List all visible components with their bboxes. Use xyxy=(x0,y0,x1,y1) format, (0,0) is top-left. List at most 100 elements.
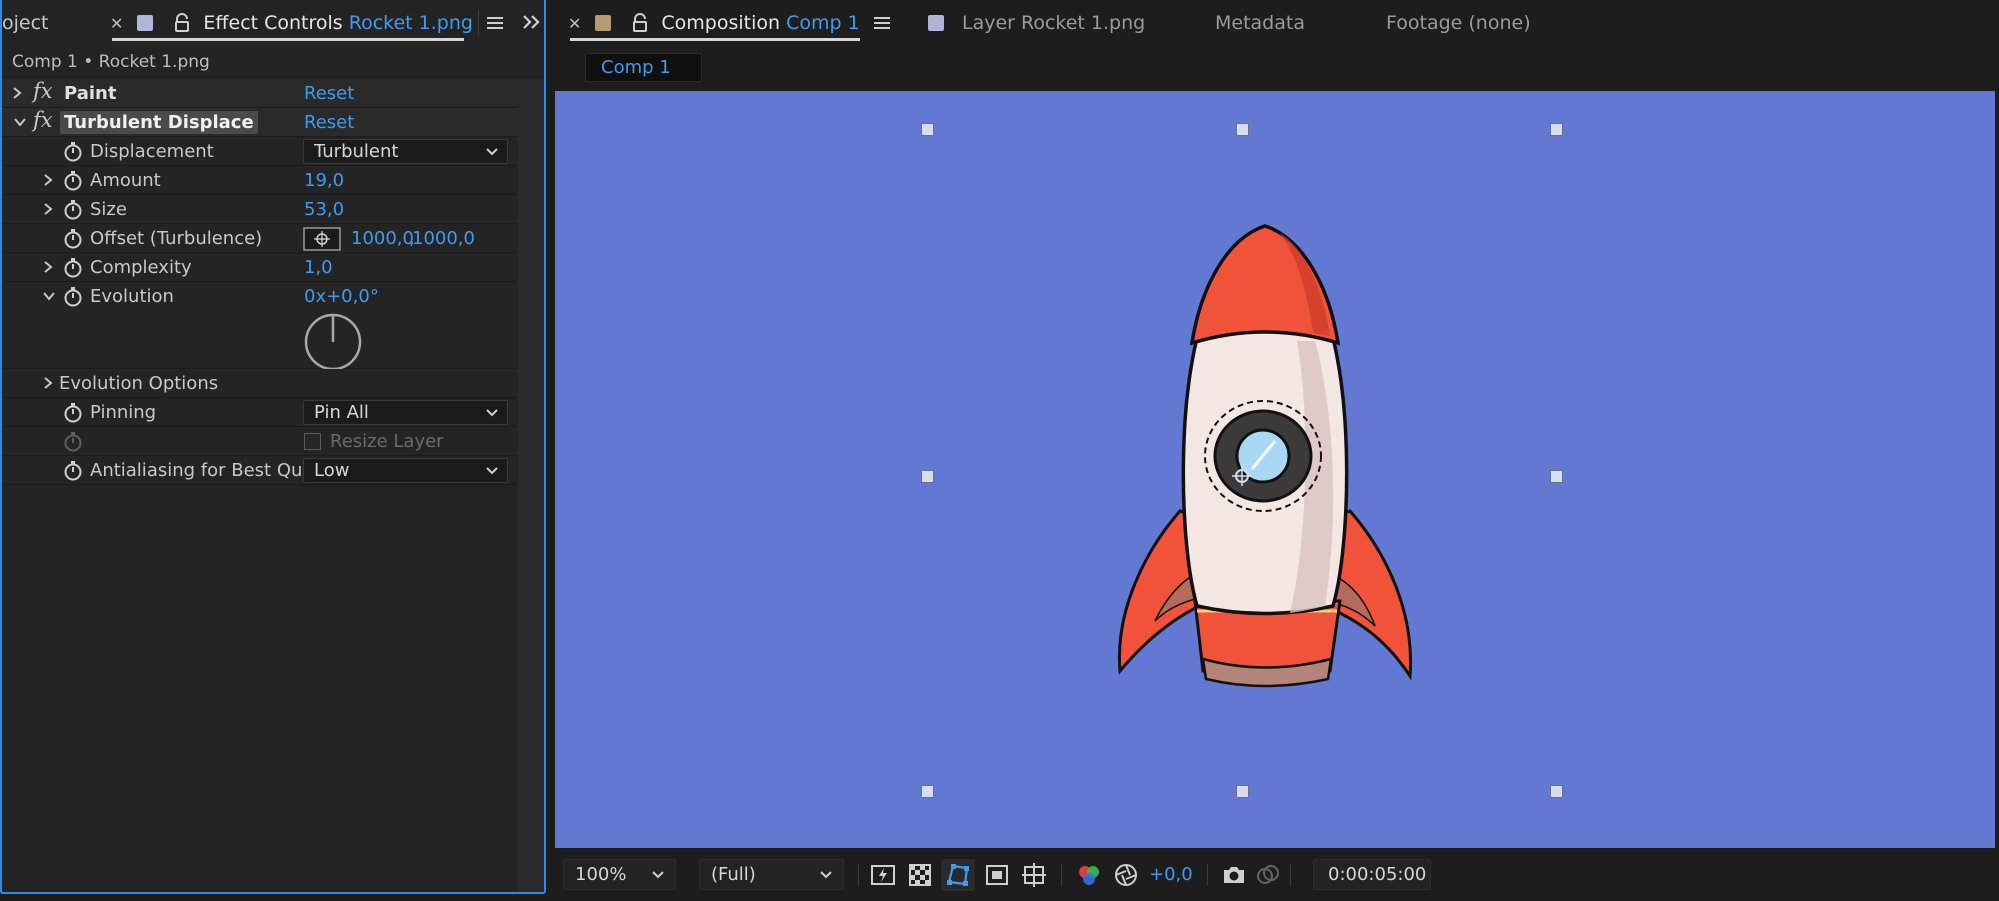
reset-button-turbulent[interactable]: Reset xyxy=(304,112,354,133)
fast-previews-icon[interactable] xyxy=(870,862,896,888)
transform-handle-bottom-center[interactable] xyxy=(1236,785,1249,798)
lock-icon[interactable] xyxy=(171,12,193,34)
close-icon[interactable]: ✕ xyxy=(568,14,581,33)
property-label-evolution: Evolution xyxy=(90,286,174,307)
composition-canvas[interactable] xyxy=(555,91,1995,848)
property-row-offset[interactable]: Offset (Turbulence) 1000,0 , 1000,0 xyxy=(2,224,518,253)
crosshair-point-icon[interactable] xyxy=(303,227,341,251)
property-label-evolution-options: Evolution Options xyxy=(59,373,219,394)
transparency-grid-icon[interactable] xyxy=(907,862,933,888)
composition-viewer[interactable] xyxy=(555,91,1995,849)
property-row-antialiasing[interactable]: Antialiasing for Best Qua Low xyxy=(2,456,518,485)
tab-composition-label: Composition xyxy=(661,12,781,34)
transform-handle-top-center[interactable] xyxy=(1236,123,1249,136)
grid-guides-icon[interactable] xyxy=(1021,862,1047,888)
effect-controls-panel: oject ✕ Effect Controls Rocket 1.png Com… xyxy=(0,0,546,894)
stopwatch-icon[interactable] xyxy=(62,286,84,308)
exposure-reset-icon[interactable] xyxy=(1113,862,1139,888)
property-row-resize-layer[interactable]: Resize Layer xyxy=(2,427,518,456)
resize-layer-checkbox[interactable] xyxy=(304,433,321,450)
chevron-right-icon[interactable] xyxy=(10,86,24,100)
show-snapshot-icon[interactable] xyxy=(1255,862,1281,888)
property-row-pinning[interactable]: Pinning Pin All xyxy=(2,398,518,427)
chevron-right-icon[interactable] xyxy=(41,376,55,390)
chevron-down-icon xyxy=(652,871,664,879)
reset-button-paint[interactable]: Reset xyxy=(304,83,354,104)
lock-icon[interactable] xyxy=(629,12,651,34)
property-row-evolution[interactable]: Evolution 0x+0,0° xyxy=(2,282,518,372)
tab-divider xyxy=(478,10,479,36)
exposure-value[interactable]: +0,0 xyxy=(1149,864,1193,885)
displacement-value: Turbulent xyxy=(314,141,399,162)
property-row-amount[interactable]: Amount 19,0 xyxy=(2,166,518,195)
rocket-illustration[interactable] xyxy=(1075,221,1455,721)
transform-handle-middle-left[interactable] xyxy=(921,470,934,483)
effect-name-paint: Paint xyxy=(64,83,117,104)
fx-icon[interactable]: fx xyxy=(33,108,53,132)
overflow-chevrons-icon[interactable] xyxy=(522,14,540,30)
resolution-dropdown[interactable]: (Full) xyxy=(699,859,844,890)
tab-footage[interactable]: Footage (none) xyxy=(1386,0,1531,46)
transform-handle-top-left[interactable] xyxy=(921,123,934,136)
channels-icon[interactable] xyxy=(1076,862,1102,888)
chevron-right-icon[interactable] xyxy=(41,173,55,187)
chevron-down-icon[interactable] xyxy=(13,115,27,129)
antialiasing-dropdown[interactable]: Low xyxy=(303,458,508,483)
tab-layer-label: Layer xyxy=(962,12,1015,34)
size-value[interactable]: 53,0 xyxy=(304,199,344,220)
transform-handle-top-right[interactable] xyxy=(1550,123,1563,136)
property-row-size[interactable]: Size 53,0 xyxy=(2,195,518,224)
effect-row-paint[interactable]: fx Paint Reset xyxy=(2,79,518,108)
antialiasing-value: Low xyxy=(314,460,350,481)
chevron-down-icon[interactable] xyxy=(42,289,56,303)
vertical-scrollbar[interactable] xyxy=(518,79,544,892)
transform-handle-bottom-left[interactable] xyxy=(921,785,934,798)
chevron-right-icon[interactable] xyxy=(41,260,55,274)
displacement-dropdown[interactable]: Turbulent xyxy=(303,139,508,164)
tab-metadata[interactable]: Metadata xyxy=(1215,0,1305,46)
transform-handle-middle-right[interactable] xyxy=(1550,470,1563,483)
pinning-dropdown[interactable]: Pin All xyxy=(303,400,508,425)
chevron-right-icon[interactable] xyxy=(41,202,55,216)
tab-layer-target: Rocket 1.png xyxy=(1020,12,1146,34)
fx-icon[interactable]: fx xyxy=(33,79,53,103)
tab-layer[interactable]: Layer Rocket 1.png xyxy=(928,0,1145,46)
tab-metadata-label: Metadata xyxy=(1215,12,1305,34)
stopwatch-icon[interactable] xyxy=(62,402,84,424)
region-of-interest-icon[interactable] xyxy=(984,862,1010,888)
offset-x-value[interactable]: 1000,0 xyxy=(351,228,414,249)
offset-y-value[interactable]: 1000,0 xyxy=(412,228,475,249)
amount-value[interactable]: 19,0 xyxy=(304,170,344,191)
label-color-swatch xyxy=(928,15,944,31)
property-row-complexity[interactable]: Complexity 1,0 xyxy=(2,253,518,282)
stopwatch-icon[interactable] xyxy=(62,141,84,163)
stopwatch-icon[interactable] xyxy=(62,257,84,279)
toolbar-separator xyxy=(1061,864,1062,886)
effect-row-turbulent-displace[interactable]: fx Turbulent Displace Reset xyxy=(2,108,518,137)
current-time-display[interactable]: 0:00:05:00 xyxy=(1313,859,1431,890)
tab-project[interactable]: oject xyxy=(2,0,49,46)
property-row-displacement[interactable]: Displacement Turbulent xyxy=(2,137,518,166)
property-label-pinning: Pinning xyxy=(90,402,157,423)
camera-icon[interactable] xyxy=(1221,862,1247,888)
label-color-swatch xyxy=(595,15,612,31)
zoom-dropdown[interactable]: 100% xyxy=(563,859,676,890)
panel-menu-icon[interactable] xyxy=(873,16,890,30)
comp-breadcrumb-chip[interactable]: Comp 1 xyxy=(585,53,702,82)
stopwatch-icon[interactable] xyxy=(62,460,84,482)
anchor-point-icon[interactable] xyxy=(1230,464,1254,488)
mask-path-visibility-icon[interactable] xyxy=(945,862,971,888)
stopwatch-icon[interactable] xyxy=(62,199,84,221)
stopwatch-icon[interactable] xyxy=(62,170,84,192)
close-icon[interactable]: ✕ xyxy=(110,14,123,33)
stopwatch-icon[interactable] xyxy=(62,228,84,250)
tab-composition-target: Comp 1 xyxy=(786,12,860,34)
evolution-value[interactable]: 0x+0,0° xyxy=(304,286,379,307)
property-row-evolution-options[interactable]: Evolution Options xyxy=(2,369,518,398)
tab-effect-controls-label: Effect Controls xyxy=(203,12,343,34)
pinning-value: Pin All xyxy=(314,402,369,423)
angle-dial[interactable] xyxy=(303,312,363,372)
panel-menu-icon[interactable] xyxy=(486,16,503,30)
transform-handle-bottom-right[interactable] xyxy=(1550,785,1563,798)
complexity-value[interactable]: 1,0 xyxy=(304,257,333,278)
